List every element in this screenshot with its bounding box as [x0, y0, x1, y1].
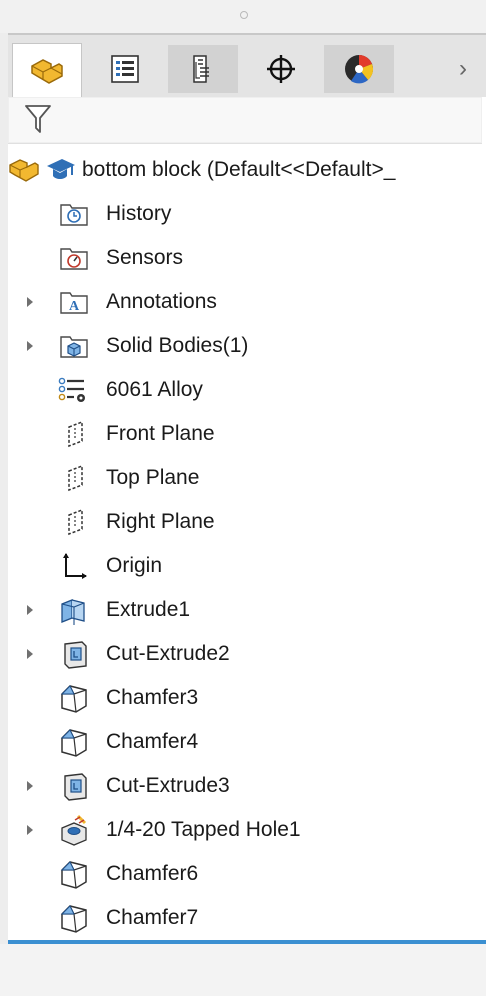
hole-wizard-icon [61, 814, 87, 846]
tree-item-solid-bodies[interactable]: Solid Bodies(1) [0, 326, 486, 366]
tree-item-label: History [106, 202, 172, 225]
expand-arrow-icon[interactable] [25, 649, 35, 659]
tree-root-label: bottom block (Default<<Default>_ [82, 158, 396, 181]
solid-bodies-folder-icon [60, 336, 88, 358]
configuration-manager-icon [193, 55, 209, 83]
tree-item-label: 6061 Alloy [106, 378, 203, 401]
tree-item-label: Chamfer6 [106, 862, 199, 885]
tree-item-extrude1[interactable]: Extrude1 [0, 590, 486, 630]
plane-icon [68, 464, 83, 492]
part-icon [9, 159, 39, 182]
tree-item-label: Annotations [106, 290, 217, 313]
panel-footer [0, 944, 486, 996]
tree-item-origin[interactable]: Origin [0, 546, 486, 586]
tree-item-label: Cut-Extrude2 [106, 642, 230, 665]
tree-item-chamfer6[interactable]: Chamfer6 [0, 854, 486, 894]
tree-item-chamfer4[interactable]: Chamfer4 [0, 722, 486, 762]
tree-item-material[interactable]: 6061 Alloy [0, 370, 486, 410]
tree-item-label: Front Plane [106, 422, 215, 445]
graduation-cap-icon [47, 159, 75, 179]
expand-arrow-icon[interactable] [25, 341, 35, 351]
tree-item-label: Cut-Extrude3 [106, 774, 230, 797]
extrude-icon [61, 599, 85, 625]
tree-root-item[interactable]: bottom block (Default<<Default>_ [0, 150, 486, 190]
filter-input[interactable] [8, 97, 482, 143]
chamfer-icon [60, 861, 87, 889]
expand-arrow-icon[interactable] [25, 781, 35, 791]
plane-icon [68, 420, 83, 448]
cut-extrude-icon [64, 641, 87, 669]
history-folder-icon [60, 204, 88, 226]
tree-item-tapped-hole1[interactable]: 1/4-20 Tapped Hole1 [0, 810, 486, 850]
tree-item-label: 1/4-20 Tapped Hole1 [106, 818, 301, 841]
grip-handle-icon[interactable] [240, 11, 248, 19]
origin-icon [63, 553, 87, 579]
tree-item-front-plane[interactable]: Front Plane [0, 414, 486, 454]
filter-icon[interactable] [24, 103, 54, 135]
cut-extrude-icon [64, 773, 87, 801]
sensors-folder-icon [60, 248, 88, 270]
tab-feature-manager[interactable] [12, 43, 82, 97]
tree-item-cut-extrude3[interactable]: Cut-Extrude3 [0, 766, 486, 806]
annotations-folder-icon: A [60, 292, 88, 314]
tree-item-label: Extrude1 [106, 598, 191, 621]
manager-tab-bar: › [8, 33, 486, 97]
dimxpert-icon [267, 55, 295, 83]
tab-dimxpert-manager[interactable] [246, 45, 316, 93]
tab-display-manager[interactable] [324, 45, 394, 93]
tab-configuration-manager[interactable] [168, 45, 238, 93]
expand-arrow-icon[interactable] [25, 825, 35, 835]
chamfer-icon [60, 905, 87, 933]
part-icon [31, 58, 63, 84]
feature-filter[interactable] [8, 97, 482, 144]
material-icon [58, 377, 85, 402]
expand-arrow-icon[interactable] [25, 297, 35, 307]
tab-property-manager[interactable] [90, 45, 160, 93]
plane-icon [68, 508, 83, 536]
tree-item-label: Top Plane [106, 466, 200, 489]
panel-grip[interactable] [0, 0, 486, 33]
tree-item-label: Chamfer4 [106, 730, 199, 753]
tree-item-top-plane[interactable]: Top Plane [0, 458, 486, 498]
tree-item-label: Solid Bodies(1) [106, 334, 249, 357]
tree-item-label: Right Plane [106, 510, 215, 533]
property-manager-icon [111, 55, 139, 83]
tabs-more-chevron-icon[interactable]: › [448, 49, 478, 89]
tree-item-sensors[interactable]: Sensors [0, 238, 486, 278]
chamfer-icon [60, 685, 87, 713]
display-manager-icon [345, 55, 374, 84]
tree-item-label: Sensors [106, 246, 184, 269]
expand-arrow-icon[interactable] [25, 605, 35, 615]
tree-item-right-plane[interactable]: Right Plane [0, 502, 486, 542]
tree-item-annotations[interactable]: A Annotations [0, 282, 486, 322]
tree-item-history[interactable]: History [0, 194, 486, 234]
tree-item-chamfer7[interactable]: Chamfer7 [0, 898, 486, 938]
svg-text:A: A [69, 299, 80, 314]
tree-item-label: Origin [106, 554, 163, 577]
tree-item-label: Chamfer7 [106, 906, 199, 929]
chamfer-icon [60, 729, 87, 757]
tree-item-label: Chamfer3 [106, 686, 199, 709]
tree-item-chamfer3[interactable]: Chamfer3 [0, 678, 486, 718]
tree-item-cut-extrude2[interactable]: Cut-Extrude2 [0, 634, 486, 674]
